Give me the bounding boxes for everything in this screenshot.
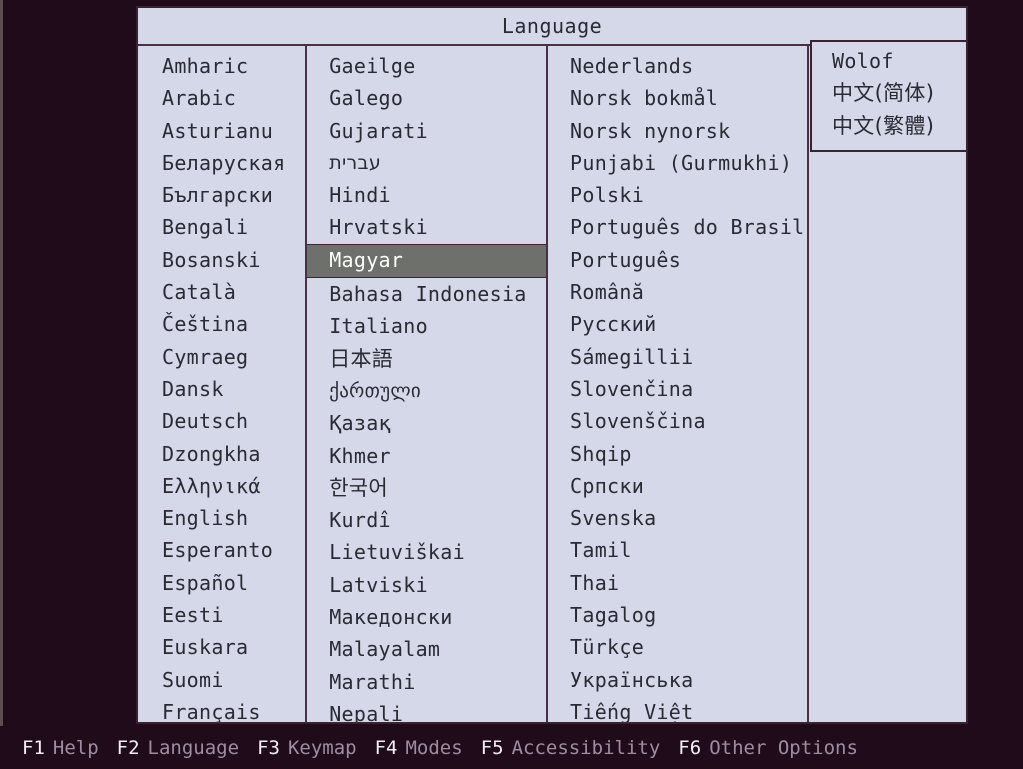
function-key-label: Keymap — [287, 736, 357, 759]
language-list-item[interactable]: עברית — [307, 147, 546, 179]
language-list-item[interactable]: Amharic — [138, 50, 305, 82]
function-key-code: F4 — [374, 736, 398, 759]
language-list-item[interactable]: Bosanski — [138, 244, 305, 276]
language-list-item[interactable]: Malayalam — [307, 633, 546, 665]
language-list-item[interactable]: Asturianu — [138, 115, 305, 147]
language-list-item[interactable]: Dansk — [138, 373, 305, 405]
function-key-label: Modes — [405, 736, 463, 759]
language-list-item[interactable]: Hindi — [307, 179, 546, 211]
language-list-item[interactable]: Українська — [548, 664, 807, 696]
language-list-item[interactable]: Dzongkha — [138, 438, 305, 470]
language-list-item[interactable]: Shqip — [548, 438, 807, 470]
language-list-item[interactable]: Gujarati — [307, 115, 546, 147]
language-list-item[interactable]: Català — [138, 276, 305, 308]
function-key-f2[interactable]: F2 Language — [117, 737, 239, 759]
language-list-item[interactable]: 中文(简体) — [812, 77, 966, 109]
language-list-item[interactable]: Српски — [548, 470, 807, 502]
language-list-item[interactable]: Suomi — [138, 664, 305, 696]
language-overflow-panel: Wolof 中文(简体) 中文(繁體) — [810, 40, 968, 152]
function-key-code: F3 — [257, 736, 280, 759]
language-list-item[interactable]: Wolof — [812, 45, 966, 77]
language-list-item[interactable]: Русский — [548, 308, 807, 340]
language-list-item[interactable]: Latviski — [307, 569, 546, 601]
function-key-code: F2 — [116, 736, 140, 759]
language-list-item-selected[interactable]: Magyar — [307, 243, 547, 279]
language-list-item[interactable]: Lietuviškai — [307, 536, 546, 568]
language-list-item[interactable]: Tiếng Việt — [548, 696, 807, 722]
language-list-item[interactable]: Thai — [548, 567, 807, 599]
function-key-label: Other Options — [709, 736, 858, 759]
language-list-item[interactable]: Македонски — [307, 601, 546, 633]
language-list-item[interactable]: Ελληνικά — [138, 470, 305, 502]
console-left-edge-rule — [0, 0, 3, 769]
language-list-item[interactable]: Khmer — [307, 440, 546, 472]
language-list-item[interactable]: English — [138, 502, 305, 534]
function-key-f4[interactable]: F4 Modes — [375, 737, 463, 759]
language-list-item[interactable]: 日本語 — [307, 343, 546, 375]
language-list-item[interactable]: Español — [138, 567, 305, 599]
language-list-item[interactable]: Polski — [548, 179, 807, 211]
language-list-item[interactable]: Svenska — [548, 502, 807, 534]
language-list-item[interactable]: 中文(繁體) — [812, 110, 966, 142]
language-column-1: Amharic Arabic Asturianu Беларуская Българск… — [138, 46, 305, 722]
language-list-item[interactable]: Português do Brasil — [548, 211, 807, 243]
language-list-item[interactable]: Sámegillii — [548, 341, 807, 373]
function-key-label: Language — [147, 736, 240, 759]
language-list-item[interactable]: Türkçe — [548, 631, 807, 663]
function-key-code: F5 — [480, 736, 504, 759]
language-list-item[interactable]: ქართული — [307, 375, 546, 407]
language-column-2: Gaeilge Galego Gujarati עברית Hindi Hrvatski M… — [305, 46, 547, 722]
language-list-item[interactable]: Bengali — [138, 211, 305, 243]
language-list-item[interactable]: Eesti — [138, 599, 305, 631]
function-key-f1[interactable]: F1 Help — [22, 737, 99, 759]
language-list-item[interactable]: Gaeilge — [307, 50, 546, 82]
language-list-item[interactable]: Čeština — [138, 308, 305, 340]
function-key-f6[interactable]: F6 Other Options — [678, 737, 858, 759]
function-key-f3[interactable]: F3 Keymap — [257, 737, 357, 759]
language-list-item[interactable]: Қазақ — [307, 407, 546, 439]
language-list-item[interactable]: Română — [548, 276, 807, 308]
language-list-item[interactable]: Euskara — [138, 631, 305, 663]
language-list-item[interactable]: Esperanto — [138, 534, 305, 566]
page-title: Language — [501, 14, 603, 38]
language-list-item[interactable]: Беларуская — [138, 147, 305, 179]
language-list-item[interactable]: 한국어 — [307, 472, 546, 504]
language-list-item[interactable]: Kurdî — [307, 504, 546, 536]
language-list-item[interactable]: Italiano — [307, 310, 546, 342]
language-list-item[interactable]: Tagalog — [548, 599, 807, 631]
function-key-code: F6 — [678, 736, 702, 759]
language-list-item[interactable]: Bahasa Indonesia — [307, 278, 546, 310]
language-list-item[interactable]: Български — [138, 179, 305, 211]
language-list-item[interactable]: Slovenščina — [548, 405, 807, 437]
function-key-label: Help — [52, 736, 99, 759]
language-list-item[interactable]: Arabic — [138, 82, 305, 114]
function-key-label: Accessibility — [511, 736, 661, 759]
language-list-item[interactable]: Marathi — [307, 666, 546, 698]
language-list-item[interactable]: Deutsch — [138, 405, 305, 437]
language-list-item[interactable]: Punjabi (Gurmukhi) — [548, 147, 807, 179]
language-list-item[interactable]: Norsk nynorsk — [548, 115, 807, 147]
function-key-code: F1 — [22, 736, 45, 759]
language-column-3: Nederlands Norsk bokmål Norsk nynorsk Punja… — [546, 46, 807, 722]
function-key-f5[interactable]: F5 Accessibility — [481, 737, 661, 759]
language-list-item[interactable]: Português — [548, 244, 807, 276]
language-list-item[interactable]: Slovenčina — [548, 373, 807, 405]
language-list-item[interactable]: Tamil — [548, 534, 807, 566]
language-list-item[interactable]: Nederlands — [548, 50, 807, 82]
language-list-item[interactable]: Français — [138, 696, 305, 722]
language-list-item[interactable]: Norsk bokmål — [548, 82, 807, 114]
language-list-item[interactable]: Nepali — [307, 698, 546, 722]
language-list-item[interactable]: Hrvatski — [307, 211, 546, 243]
function-key-bar: F1 Help F2 Language F3 Keymap F4 Modes F5 Accessi… — [0, 726, 1023, 769]
language-list-item[interactable]: Galego — [307, 82, 546, 114]
language-list-item[interactable]: Cymraeg — [138, 341, 305, 373]
